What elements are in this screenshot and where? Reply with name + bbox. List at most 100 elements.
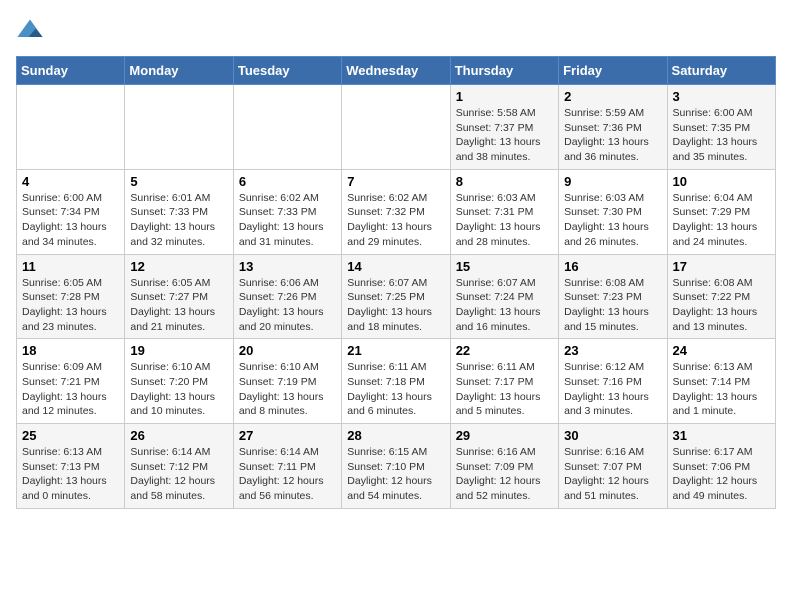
day-number: 1 (456, 89, 553, 104)
calendar-cell: 27 Sunrise: 6:14 AM Sunset: 7:11 PM Dayli… (233, 424, 341, 509)
calendar-cell: 17 Sunrise: 6:08 AM Sunset: 7:22 PM Dayli… (667, 254, 775, 339)
day-info: Sunrise: 6:02 AM Sunset: 7:33 PM Dayligh… (239, 191, 336, 250)
day-number: 30 (564, 428, 661, 443)
calendar-cell (17, 85, 125, 170)
calendar-cell: 28 Sunrise: 6:15 AM Sunset: 7:10 PM Dayli… (342, 424, 450, 509)
header-day-monday: Monday (125, 57, 233, 85)
day-info: Sunrise: 6:00 AM Sunset: 7:34 PM Dayligh… (22, 191, 119, 250)
calendar-cell: 31 Sunrise: 6:17 AM Sunset: 7:06 PM Dayli… (667, 424, 775, 509)
calendar-body: 1 Sunrise: 5:58 AM Sunset: 7:37 PM Daylig… (17, 85, 776, 509)
calendar-cell: 12 Sunrise: 6:05 AM Sunset: 7:27 PM Dayli… (125, 254, 233, 339)
day-info: Sunrise: 6:05 AM Sunset: 7:28 PM Dayligh… (22, 276, 119, 335)
calendar-cell: 1 Sunrise: 5:58 AM Sunset: 7:37 PM Daylig… (450, 85, 558, 170)
calendar-cell: 3Sunrise: 6:00 AM Sunset: 7:35 PM Daylig… (667, 85, 775, 170)
calendar-header: SundayMondayTuesdayWednesdayThursdayFrid… (17, 57, 776, 85)
day-number: 13 (239, 259, 336, 274)
day-info: Sunrise: 6:17 AM Sunset: 7:06 PM Dayligh… (673, 445, 770, 504)
week-row-1: 1 Sunrise: 5:58 AM Sunset: 7:37 PM Daylig… (17, 85, 776, 170)
day-number: 6 (239, 174, 336, 189)
calendar-cell: 2 Sunrise: 5:59 AM Sunset: 7:36 PM Daylig… (559, 85, 667, 170)
calendar-cell: 9 Sunrise: 6:03 AM Sunset: 7:30 PM Daylig… (559, 169, 667, 254)
day-number: 2 (564, 89, 661, 104)
day-info: Sunrise: 6:10 AM Sunset: 7:19 PM Dayligh… (239, 360, 336, 419)
calendar-cell: 26Sunrise: 6:14 AM Sunset: 7:12 PM Dayli… (125, 424, 233, 509)
day-number: 7 (347, 174, 444, 189)
calendar-cell: 18 Sunrise: 6:09 AM Sunset: 7:21 PM Dayli… (17, 339, 125, 424)
calendar-cell: 7 Sunrise: 6:02 AM Sunset: 7:32 PM Daylig… (342, 169, 450, 254)
calendar-cell: 21 Sunrise: 6:11 AM Sunset: 7:18 PM Dayli… (342, 339, 450, 424)
day-info: Sunrise: 6:13 AM Sunset: 7:14 PM Dayligh… (673, 360, 770, 419)
day-number: 16 (564, 259, 661, 274)
calendar-cell (233, 85, 341, 170)
day-info: Sunrise: 6:16 AM Sunset: 7:09 PM Dayligh… (456, 445, 553, 504)
calendar-cell (125, 85, 233, 170)
header-row: SundayMondayTuesdayWednesdayThursdayFrid… (17, 57, 776, 85)
day-number: 12 (130, 259, 227, 274)
week-row-3: 11 Sunrise: 6:05 AM Sunset: 7:28 PM Dayli… (17, 254, 776, 339)
day-number: 10 (673, 174, 770, 189)
day-number: 29 (456, 428, 553, 443)
day-number: 15 (456, 259, 553, 274)
day-info: Sunrise: 6:13 AM Sunset: 7:13 PM Dayligh… (22, 445, 119, 504)
calendar-cell: 5Sunrise: 6:01 AM Sunset: 7:33 PM Daylig… (125, 169, 233, 254)
header-day-sunday: Sunday (17, 57, 125, 85)
day-number: 18 (22, 343, 119, 358)
day-info: Sunrise: 6:14 AM Sunset: 7:11 PM Dayligh… (239, 445, 336, 504)
day-info: Sunrise: 6:04 AM Sunset: 7:29 PM Dayligh… (673, 191, 770, 250)
header (16, 16, 776, 44)
header-day-saturday: Saturday (667, 57, 775, 85)
day-info: Sunrise: 6:10 AM Sunset: 7:20 PM Dayligh… (130, 360, 227, 419)
day-info: Sunrise: 6:05 AM Sunset: 7:27 PM Dayligh… (130, 276, 227, 335)
calendar-cell: 8Sunrise: 6:03 AM Sunset: 7:31 PM Daylig… (450, 169, 558, 254)
header-day-tuesday: Tuesday (233, 57, 341, 85)
calendar-cell: 25 Sunrise: 6:13 AM Sunset: 7:13 PM Dayli… (17, 424, 125, 509)
day-number: 11 (22, 259, 119, 274)
calendar-cell: 13 Sunrise: 6:06 AM Sunset: 7:26 PM Dayli… (233, 254, 341, 339)
day-info: Sunrise: 5:59 AM Sunset: 7:36 PM Dayligh… (564, 106, 661, 165)
calendar-cell: 16Sunrise: 6:08 AM Sunset: 7:23 PM Dayli… (559, 254, 667, 339)
week-row-4: 18 Sunrise: 6:09 AM Sunset: 7:21 PM Dayli… (17, 339, 776, 424)
calendar-cell: 30 Sunrise: 6:16 AM Sunset: 7:07 PM Dayli… (559, 424, 667, 509)
week-row-2: 4Sunrise: 6:00 AM Sunset: 7:34 PM Daylig… (17, 169, 776, 254)
day-number: 27 (239, 428, 336, 443)
calendar-cell: 14Sunrise: 6:07 AM Sunset: 7:25 PM Dayli… (342, 254, 450, 339)
day-info: Sunrise: 6:11 AM Sunset: 7:18 PM Dayligh… (347, 360, 444, 419)
day-number: 17 (673, 259, 770, 274)
day-number: 31 (673, 428, 770, 443)
calendar-cell: 11 Sunrise: 6:05 AM Sunset: 7:28 PM Dayli… (17, 254, 125, 339)
day-number: 9 (564, 174, 661, 189)
calendar-cell (342, 85, 450, 170)
day-info: Sunrise: 6:11 AM Sunset: 7:17 PM Dayligh… (456, 360, 553, 419)
day-info: Sunrise: 6:03 AM Sunset: 7:30 PM Dayligh… (564, 191, 661, 250)
day-info: Sunrise: 6:07 AM Sunset: 7:24 PM Dayligh… (456, 276, 553, 335)
day-info: Sunrise: 6:06 AM Sunset: 7:26 PM Dayligh… (239, 276, 336, 335)
day-number: 25 (22, 428, 119, 443)
logo-icon (16, 16, 44, 44)
day-info: Sunrise: 6:03 AM Sunset: 7:31 PM Dayligh… (456, 191, 553, 250)
calendar-cell: 4Sunrise: 6:00 AM Sunset: 7:34 PM Daylig… (17, 169, 125, 254)
logo (16, 16, 48, 44)
day-number: 21 (347, 343, 444, 358)
day-info: Sunrise: 6:12 AM Sunset: 7:16 PM Dayligh… (564, 360, 661, 419)
day-info: Sunrise: 6:14 AM Sunset: 7:12 PM Dayligh… (130, 445, 227, 504)
day-info: Sunrise: 6:16 AM Sunset: 7:07 PM Dayligh… (564, 445, 661, 504)
day-number: 28 (347, 428, 444, 443)
day-info: Sunrise: 6:02 AM Sunset: 7:32 PM Dayligh… (347, 191, 444, 250)
day-number: 5 (130, 174, 227, 189)
calendar-cell: 22Sunrise: 6:11 AM Sunset: 7:17 PM Dayli… (450, 339, 558, 424)
day-number: 23 (564, 343, 661, 358)
header-day-thursday: Thursday (450, 57, 558, 85)
calendar-cell: 24 Sunrise: 6:13 AM Sunset: 7:14 PM Dayli… (667, 339, 775, 424)
day-number: 20 (239, 343, 336, 358)
day-info: Sunrise: 5:58 AM Sunset: 7:37 PM Dayligh… (456, 106, 553, 165)
day-info: Sunrise: 6:08 AM Sunset: 7:22 PM Dayligh… (673, 276, 770, 335)
calendar-cell: 6 Sunrise: 6:02 AM Sunset: 7:33 PM Daylig… (233, 169, 341, 254)
day-number: 24 (673, 343, 770, 358)
day-info: Sunrise: 6:00 AM Sunset: 7:35 PM Dayligh… (673, 106, 770, 165)
day-info: Sunrise: 6:09 AM Sunset: 7:21 PM Dayligh… (22, 360, 119, 419)
day-info: Sunrise: 6:15 AM Sunset: 7:10 PM Dayligh… (347, 445, 444, 504)
header-day-friday: Friday (559, 57, 667, 85)
header-day-wednesday: Wednesday (342, 57, 450, 85)
day-number: 14 (347, 259, 444, 274)
calendar-cell: 29 Sunrise: 6:16 AM Sunset: 7:09 PM Dayli… (450, 424, 558, 509)
